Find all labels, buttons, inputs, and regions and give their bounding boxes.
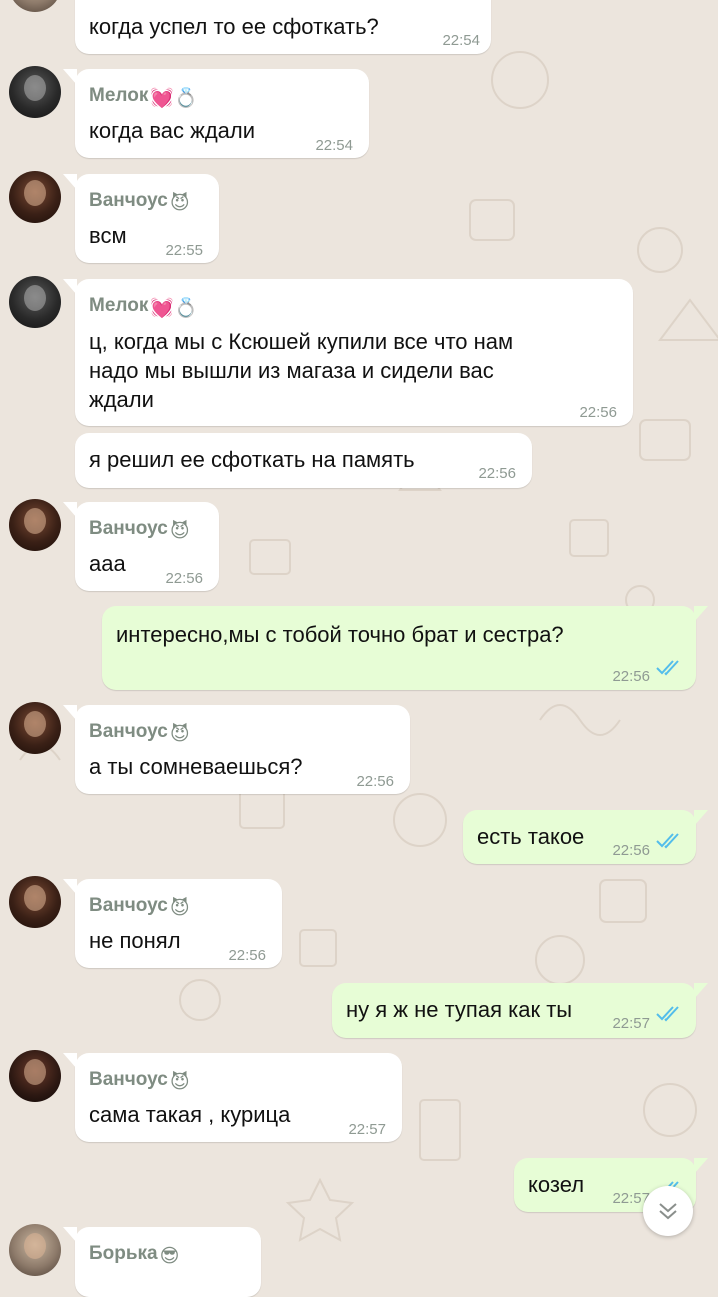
message-bubble[interactable]: я решил ее сфоткать на память 22:56 <box>75 433 532 488</box>
double-check-icon <box>656 1006 679 1022</box>
message-bubble[interactable]: Мелок 💓💍 когда вас ждали 22:54 <box>63 69 369 158</box>
avatar-face <box>24 180 46 206</box>
sender-name[interactable]: Ванчоус 😈 <box>89 514 190 546</box>
message-text: всм <box>89 223 127 248</box>
message-bubble[interactable]: Мелок 💓💍 ц, когда мы с Ксюшей купили все … <box>63 279 633 426</box>
message-text: ц, когда мы с Ксюшей купили все что нам … <box>89 329 514 412</box>
avatar[interactable] <box>9 499 61 551</box>
sender-emoji: 😎 <box>159 1246 180 1267</box>
sender-name[interactable]: Ванчоус 😈 <box>89 1065 190 1097</box>
sender-name[interactable]: Ванчоус 😈 <box>89 186 190 218</box>
message-time: 22:54 <box>315 137 353 154</box>
message-time: 22:56 <box>228 947 266 964</box>
message-bubble[interactable]: Ванчоус 😈 ааа 22:56 <box>63 502 219 591</box>
avatar-face <box>24 885 46 911</box>
message-time: 22:56 <box>612 842 650 859</box>
message-bubble[interactable]: есть такое 22:56 <box>463 810 708 864</box>
sender-name[interactable]: Ванчоус 😈 <box>89 891 190 923</box>
sender-name-text: Мелок <box>89 85 149 106</box>
sender-emoji: 😈 <box>169 521 190 542</box>
message-text: ну я ж не тупая как ты <box>346 997 573 1022</box>
message-bubble[interactable]: Ванчоус 😈 всм 22:55 <box>63 174 219 263</box>
sender-name-text: Ванчоус <box>89 190 168 211</box>
avatar-face <box>24 75 46 101</box>
message-time: 22:56 <box>478 465 516 482</box>
message-time: 22:56 <box>165 570 203 587</box>
sender-name-text: Ванчоус <box>89 1069 168 1090</box>
sender-emoji: 😈 <box>169 1072 190 1093</box>
sender-name-text: Ванчоус <box>89 518 168 539</box>
avatar[interactable] <box>9 876 61 928</box>
message-text: ааа <box>89 551 126 576</box>
double-check-icon <box>656 833 679 849</box>
message-text: когда успел то ее сфоткать? <box>89 14 379 39</box>
message-text: интересно,мы с тобой точно брат и сестра… <box>116 622 564 647</box>
message-bubble[interactable]: Борька 😎 <box>63 1227 261 1297</box>
message-time: 22:54 <box>442 32 480 49</box>
sender-emoji: 😈 <box>169 898 190 919</box>
avatar-face <box>24 1059 46 1085</box>
message-bubble[interactable]: когда успел то ее сфоткать? 22:54 <box>75 0 491 54</box>
sender-name[interactable]: Ванчоус 😈 <box>89 717 190 749</box>
message-text: когда вас ждали <box>89 118 256 143</box>
message-text: сама такая , курица <box>89 1102 291 1127</box>
message-bubble[interactable]: Ванчоус 😈 не понял 22:56 <box>63 879 282 968</box>
message-time: 22:56 <box>612 668 650 685</box>
message-time: 22:57 <box>348 1121 386 1138</box>
avatar-face <box>24 1233 46 1259</box>
message-bubble[interactable]: Ванчоус 😈 а ты сомневаешься? 22:56 <box>63 705 410 794</box>
sender-emoji: 😈 <box>169 724 190 745</box>
scroll-to-bottom-button[interactable] <box>643 1186 693 1236</box>
avatar-face <box>24 285 46 311</box>
message-text: я решил ее сфоткать на память <box>89 447 415 472</box>
double-check-icon <box>656 660 679 676</box>
sender-name-text: Мелок <box>89 295 149 316</box>
message-bubble[interactable]: ну я ж не тупая как ты 22:57 <box>332 983 708 1038</box>
avatar[interactable] <box>9 1050 61 1102</box>
sender-emoji: 😈 <box>169 193 190 214</box>
message-time: 22:56 <box>356 773 394 790</box>
sender-name[interactable]: Борька 😎 <box>89 1239 179 1271</box>
message-bubble[interactable]: интересно,мы с тобой точно брат и сестра… <box>102 606 708 690</box>
avatar[interactable] <box>9 702 61 754</box>
sender-name-text: Ванчоус <box>89 721 168 742</box>
avatar-face <box>24 711 46 737</box>
message-list[interactable]: когда успел то ее сфоткать? 22:54 Мелок 💓… <box>0 0 718 1297</box>
avatar[interactable] <box>9 66 61 118</box>
double-chevron-down-icon <box>659 1203 677 1220</box>
sender-name-text: Ванчоус <box>89 895 168 916</box>
avatar[interactable] <box>9 0 61 12</box>
avatar[interactable] <box>9 171 61 223</box>
message-bubble[interactable]: Ванчоус 😈 сама такая , курица 22:57 <box>63 1053 402 1142</box>
sender-emoji: 💓💍 <box>150 88 198 109</box>
avatar[interactable] <box>9 1224 61 1276</box>
message-text: не понял <box>89 928 181 953</box>
message-text: а ты сомневаешься? <box>89 754 303 779</box>
sender-name[interactable]: Мелок 💓💍 <box>89 81 198 113</box>
avatar[interactable] <box>9 276 61 328</box>
sender-name-text: Борька <box>89 1243 158 1264</box>
sender-emoji: 💓💍 <box>150 298 198 319</box>
message-time: 22:57 <box>612 1015 650 1032</box>
message-time: 22:55 <box>165 242 203 259</box>
message-text: есть такое <box>477 824 585 849</box>
avatar-face <box>24 508 46 534</box>
message-text: козел <box>528 1172 585 1197</box>
sender-name[interactable]: Мелок 💓💍 <box>89 291 198 323</box>
message-time: 22:56 <box>579 404 617 421</box>
